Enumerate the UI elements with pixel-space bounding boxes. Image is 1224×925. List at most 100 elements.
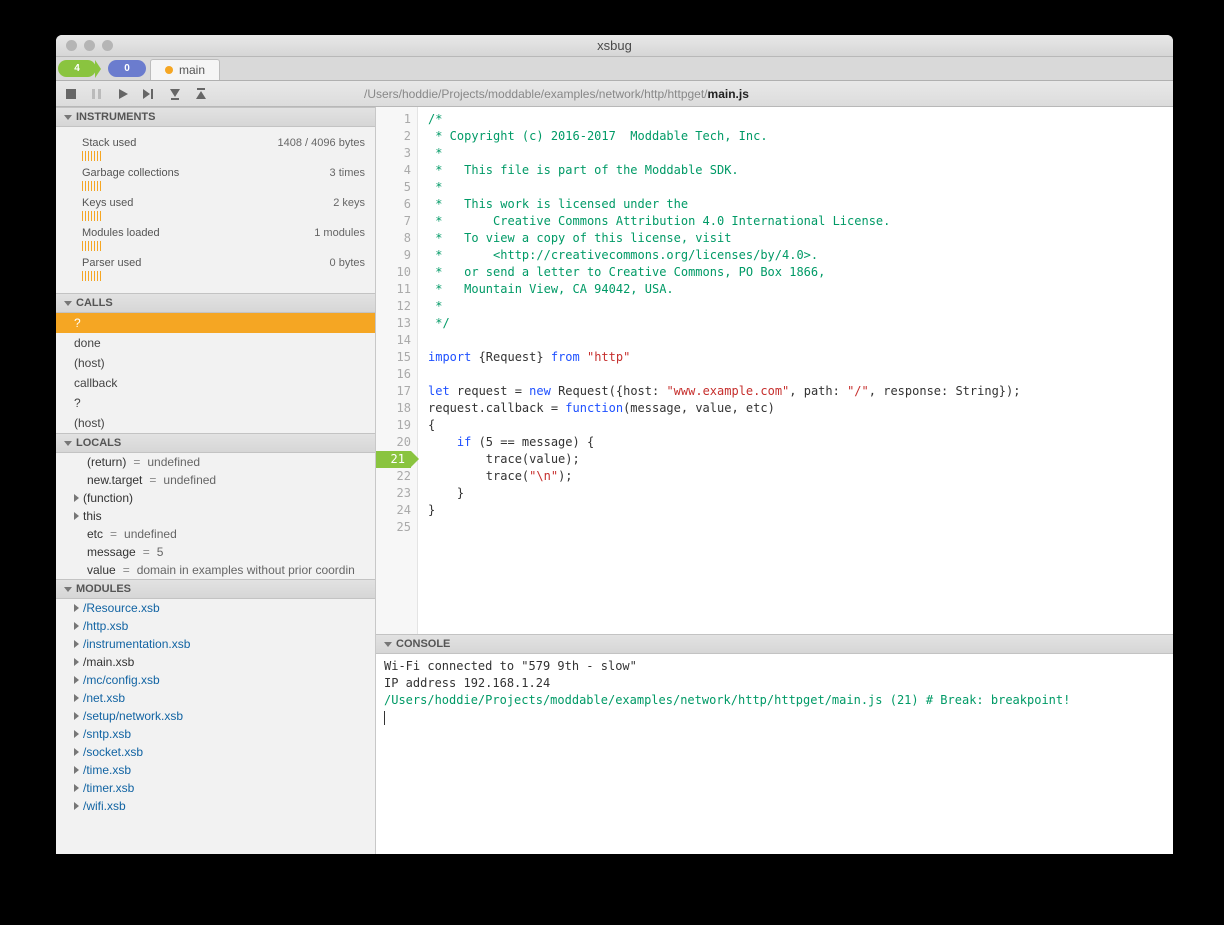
line-number[interactable]: 11 <box>376 281 411 298</box>
call-stack-frame[interactable]: ? <box>56 393 375 413</box>
code-line <box>428 519 1173 536</box>
module-item[interactable]: /wifi.xsb <box>56 797 375 815</box>
module-name: /mc/config.xsb <box>83 673 160 687</box>
console-header[interactable]: CONSOLE <box>376 634 1173 654</box>
instrument-label: Stack used <box>82 137 136 149</box>
line-number[interactable]: 10 <box>376 264 411 281</box>
module-name: /net.xsb <box>83 691 125 705</box>
line-number[interactable]: 19 <box>376 417 411 434</box>
console-line: IP address 192.168.1.24 <box>384 675 1165 692</box>
local-variable[interactable]: this <box>56 507 375 525</box>
code-line <box>428 332 1173 349</box>
line-number[interactable]: 9 <box>376 247 411 264</box>
line-number[interactable]: 16 <box>376 366 411 383</box>
line-number[interactable]: 23 <box>376 485 411 502</box>
locals-header[interactable]: LOCALS <box>56 433 375 453</box>
section-label: CONSOLE <box>396 638 450 650</box>
console-panel[interactable]: Wi-Fi connected to "579 9th - slow"IP ad… <box>376 654 1173 854</box>
code-line: { <box>428 417 1173 434</box>
line-number[interactable]: 7 <box>376 213 411 230</box>
run-button[interactable] <box>116 87 130 101</box>
calls-header[interactable]: CALLS <box>56 293 375 313</box>
code-area[interactable]: /* * Copyright (c) 2016-2017 Moddable Te… <box>418 107 1173 634</box>
line-number[interactable]: 22 <box>376 468 411 485</box>
line-number[interactable]: 14 <box>376 332 411 349</box>
minimize-icon[interactable] <box>84 40 95 51</box>
line-number[interactable]: 12 <box>376 298 411 315</box>
line-number[interactable]: 2 <box>376 128 411 145</box>
instrument-row: Parser used0 bytes <box>82 251 365 269</box>
close-icon[interactable] <box>66 40 77 51</box>
call-stack-frame[interactable]: callback <box>56 373 375 393</box>
console-line: Wi-Fi connected to "579 9th - slow" <box>384 658 1165 675</box>
instrument-row: Modules loaded1 modules <box>82 221 365 239</box>
call-stack-frame[interactable]: (host) <box>56 413 375 433</box>
window-title: xsbug <box>56 38 1173 53</box>
local-variable[interactable]: message=5 <box>56 543 375 561</box>
module-item[interactable]: /Resource.xsb <box>56 599 375 617</box>
call-stack-frame[interactable]: ? <box>56 313 375 333</box>
line-number[interactable]: 8 <box>376 230 411 247</box>
module-item[interactable]: /main.xsb <box>56 653 375 671</box>
line-number[interactable]: 6 <box>376 196 411 213</box>
traffic-lights <box>66 40 113 51</box>
line-number[interactable]: 25 <box>376 519 411 536</box>
code-line: * <http://creativecommons.org/licenses/b… <box>428 247 1173 264</box>
line-number[interactable]: 24 <box>376 502 411 519</box>
module-item[interactable]: /http.xsb <box>56 617 375 635</box>
module-item[interactable]: /sntp.xsb <box>56 725 375 743</box>
step-out-button[interactable] <box>194 87 208 101</box>
line-gutter[interactable]: 1234567891011121314151617181920212223242… <box>376 107 418 634</box>
stop-button[interactable] <box>64 87 78 101</box>
local-variable[interactable]: new.target=undefined <box>56 471 375 489</box>
module-name: /main.xsb <box>83 655 134 669</box>
module-item[interactable]: /time.xsb <box>56 761 375 779</box>
code-line: * To view a copy of this license, visit <box>428 230 1173 247</box>
machines-badge[interactable]: 4 <box>58 60 96 77</box>
module-name: /Resource.xsb <box>83 601 160 615</box>
modules-header[interactable]: MODULES <box>56 579 375 599</box>
variable-name: (function) <box>83 491 133 505</box>
local-variable[interactable]: etc=undefined <box>56 525 375 543</box>
step-button[interactable] <box>142 87 156 101</box>
line-number[interactable]: 13 <box>376 315 411 332</box>
code-line: * Copyright (c) 2016-2017 Moddable Tech,… <box>428 128 1173 145</box>
line-number[interactable]: 1 <box>376 111 411 128</box>
line-number[interactable]: 5 <box>376 179 411 196</box>
breakpoints-badge[interactable]: 0 <box>108 60 146 77</box>
local-variable[interactable]: value= domain in examples without prior … <box>56 561 375 579</box>
call-stack-frame[interactable]: done <box>56 333 375 353</box>
module-item[interactable]: /timer.xsb <box>56 779 375 797</box>
instruments-header[interactable]: INSTRUMENTS <box>56 107 375 127</box>
module-item[interactable]: /socket.xsb <box>56 743 375 761</box>
module-item[interactable]: /mc/config.xsb <box>56 671 375 689</box>
tab-label: main <box>179 63 205 77</box>
line-number[interactable]: 3 <box>376 145 411 162</box>
line-number[interactable]: 21 <box>376 451 411 468</box>
code-line: * Creative Commons Attribution 4.0 Inter… <box>428 213 1173 230</box>
line-number[interactable]: 20 <box>376 434 411 451</box>
code-line: * This file is part of the Moddable SDK. <box>428 162 1173 179</box>
variable-name: etc <box>87 527 103 541</box>
variable-value: domain in examples without prior coordin <box>137 563 355 577</box>
sparkline <box>82 211 365 221</box>
step-in-button[interactable] <box>168 87 182 101</box>
local-variable[interactable]: (return)=undefined <box>56 453 375 471</box>
line-number[interactable]: 18 <box>376 400 411 417</box>
console-line: /Users/hoddie/Projects/moddable/examples… <box>384 692 1165 709</box>
code-line: * This work is licensed under the <box>428 196 1173 213</box>
call-stack-frame[interactable]: (host) <box>56 353 375 373</box>
line-number[interactable]: 15 <box>376 349 411 366</box>
zoom-icon[interactable] <box>102 40 113 51</box>
code-line: trace("\n"); <box>428 468 1173 485</box>
module-item[interactable]: /net.xsb <box>56 689 375 707</box>
pause-button[interactable] <box>90 87 104 101</box>
module-item[interactable]: /instrumentation.xsb <box>56 635 375 653</box>
line-number[interactable]: 4 <box>376 162 411 179</box>
module-item[interactable]: /setup/network.xsb <box>56 707 375 725</box>
line-number[interactable]: 17 <box>376 383 411 400</box>
code-editor[interactable]: 1234567891011121314151617181920212223242… <box>376 107 1173 634</box>
local-variable[interactable]: (function) <box>56 489 375 507</box>
tab-main[interactable]: main <box>150 59 220 80</box>
code-line: * <box>428 179 1173 196</box>
